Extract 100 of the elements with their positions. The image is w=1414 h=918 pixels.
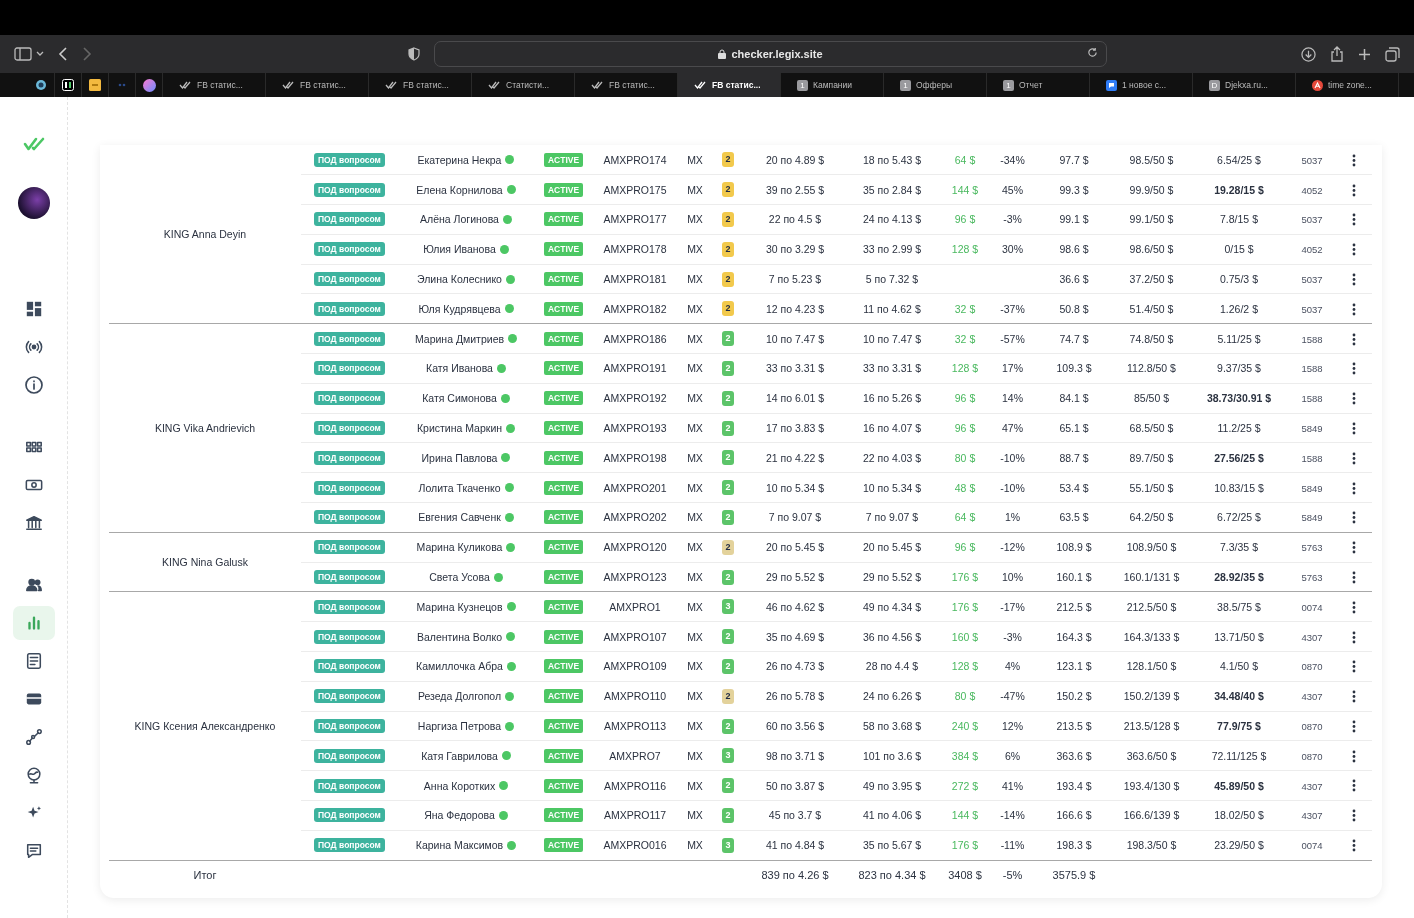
more-icon[interactable] xyxy=(1351,421,1356,435)
more-icon[interactable] xyxy=(1351,481,1356,495)
table-cell: 98.6/50 $ xyxy=(1129,243,1174,256)
share-icon[interactable] xyxy=(1330,46,1344,62)
online-dot xyxy=(506,602,516,612)
more-icon[interactable] xyxy=(1351,839,1356,853)
table-cell: Марина Куликова xyxy=(416,541,503,554)
more-icon[interactable] xyxy=(1351,451,1356,465)
table-cell: 1588 xyxy=(1301,452,1323,464)
new-tab-icon[interactable] xyxy=(1358,47,1371,61)
square-logo-icon[interactable] xyxy=(62,79,74,91)
more-icon[interactable] xyxy=(1351,660,1356,674)
table-cell: 98 по 3.71 $ xyxy=(765,749,825,762)
back-icon[interactable] xyxy=(58,47,68,61)
online-dot xyxy=(501,751,511,761)
group-label: KING Anna Deyin xyxy=(163,228,247,241)
table-cell: 64.2/50 $ xyxy=(1129,511,1174,524)
table-cell: 98.6 $ xyxy=(1059,243,1089,256)
more-icon[interactable] xyxy=(1351,719,1356,733)
browser-tab[interactable]: FB статис... xyxy=(369,73,472,97)
more-icon[interactable] xyxy=(1351,779,1356,793)
online-dot xyxy=(502,215,512,224)
browser-tab[interactable]: time zone... xyxy=(1296,73,1399,97)
table-cell: 12 по 4.23 $ xyxy=(765,302,825,315)
table-cell: -10% xyxy=(1000,481,1025,494)
more-icon[interactable] xyxy=(1351,272,1356,286)
table-cell: 5849 xyxy=(1301,423,1323,435)
table-cell: 0870 xyxy=(1301,661,1323,673)
app-tile-icon[interactable] xyxy=(89,79,101,91)
table-cell: 80 $ xyxy=(954,690,976,703)
browser-tab[interactable]: FB статис... xyxy=(266,73,369,97)
browser-tab[interactable]: Статисти... xyxy=(472,73,575,97)
double-check-icon xyxy=(488,81,501,89)
more-icon[interactable] xyxy=(1351,153,1356,167)
table-cell: 128 $ xyxy=(951,660,979,673)
table-cell: 101 по 3.6 $ xyxy=(862,749,922,762)
browser-tab[interactable]: 1 новое с... xyxy=(1090,73,1193,97)
browser-tab[interactable]: 1 Отчет xyxy=(987,73,1090,97)
status-tag: ACTIVE xyxy=(543,689,584,704)
browser-tab[interactable]: 1 Кампании xyxy=(781,73,884,97)
table-cell: MX xyxy=(687,749,703,762)
tier-badge: 3 xyxy=(722,748,734,764)
address-bar[interactable]: checker.legix.site xyxy=(434,41,1107,67)
browser-tab[interactable]: FB статис... xyxy=(678,73,781,97)
forward-icon[interactable] xyxy=(82,47,92,61)
table-cell: MX xyxy=(687,362,703,375)
orb-icon[interactable] xyxy=(142,78,156,92)
table-cell: AMXPRO182 xyxy=(603,302,667,315)
table-cell: 112.8/50 $ xyxy=(1127,362,1176,375)
status-tag: ПОД вопросом xyxy=(314,540,385,555)
table-cell: 150.2 $ xyxy=(1056,690,1092,703)
more-icon[interactable] xyxy=(1351,690,1356,704)
table-cell: 51.4/50 $ xyxy=(1129,302,1174,315)
table-cell: 0870 xyxy=(1301,721,1323,733)
table-cell: -47% xyxy=(1000,690,1025,703)
table-cell: 27.56/25 $ xyxy=(1214,451,1264,464)
table-cell: 6% xyxy=(1004,749,1021,762)
more-icon[interactable] xyxy=(1351,600,1356,614)
more-icon[interactable] xyxy=(1351,392,1356,406)
more-icon[interactable] xyxy=(1351,630,1356,644)
table-cell: 166.6/139 $ xyxy=(1123,809,1180,822)
browser-tab[interactable]: FB статис... xyxy=(163,73,266,97)
avatar[interactable] xyxy=(17,187,50,219)
more-icon[interactable] xyxy=(1351,511,1356,525)
more-icon[interactable] xyxy=(1351,749,1356,763)
table-cell: 22 по 4.03 $ xyxy=(862,451,922,464)
more-icon[interactable] xyxy=(1351,809,1356,823)
more-icon[interactable] xyxy=(1351,213,1356,227)
table-cell: 80 $ xyxy=(954,451,976,464)
table-cell: AMXPRO7 xyxy=(609,749,661,762)
table-cell: 5.11/25 $ xyxy=(1217,332,1261,345)
table-cell: 99.1/50 $ xyxy=(1129,213,1174,226)
table-cell: MX xyxy=(687,809,703,822)
more-icon[interactable] xyxy=(1351,541,1356,555)
table-cell: 77.9/75 $ xyxy=(1217,720,1261,733)
table-cell: 28.92/35 $ xyxy=(1214,571,1264,584)
online-dot xyxy=(505,721,515,731)
table-cell: 4307 xyxy=(1301,631,1323,643)
more-icon[interactable] xyxy=(1351,243,1356,257)
table-cell: 97.7 $ xyxy=(1059,153,1089,166)
browser-tab[interactable]: D Djekxa.ru... xyxy=(1193,73,1296,97)
more-icon[interactable] xyxy=(1351,570,1356,584)
table-cell: Катя Гаврилова xyxy=(421,749,498,762)
more-icon[interactable] xyxy=(1351,362,1356,376)
download-icon[interactable] xyxy=(1301,46,1316,62)
table-cell: 1.26/2 $ xyxy=(1220,302,1258,315)
reload-icon[interactable] xyxy=(1087,47,1098,58)
more-icon[interactable] xyxy=(1351,302,1356,316)
table-cell: Кристина Маркин xyxy=(416,422,503,435)
tier-badge: 2 xyxy=(722,718,734,734)
table-cell: 98.5/50 $ xyxy=(1129,153,1174,166)
sidebar-toggle-icon[interactable] xyxy=(14,47,44,61)
table-cell: -37% xyxy=(1000,302,1025,315)
tabs-overview-icon[interactable] xyxy=(1385,46,1400,62)
browser-tab[interactable]: 1 Офферы xyxy=(884,73,987,97)
table-cell: 176 $ xyxy=(951,571,979,584)
more-icon[interactable] xyxy=(1351,183,1356,197)
table-cell: 1588 xyxy=(1301,333,1323,345)
table-cell: MX xyxy=(687,153,703,166)
more-icon[interactable] xyxy=(1351,332,1356,346)
